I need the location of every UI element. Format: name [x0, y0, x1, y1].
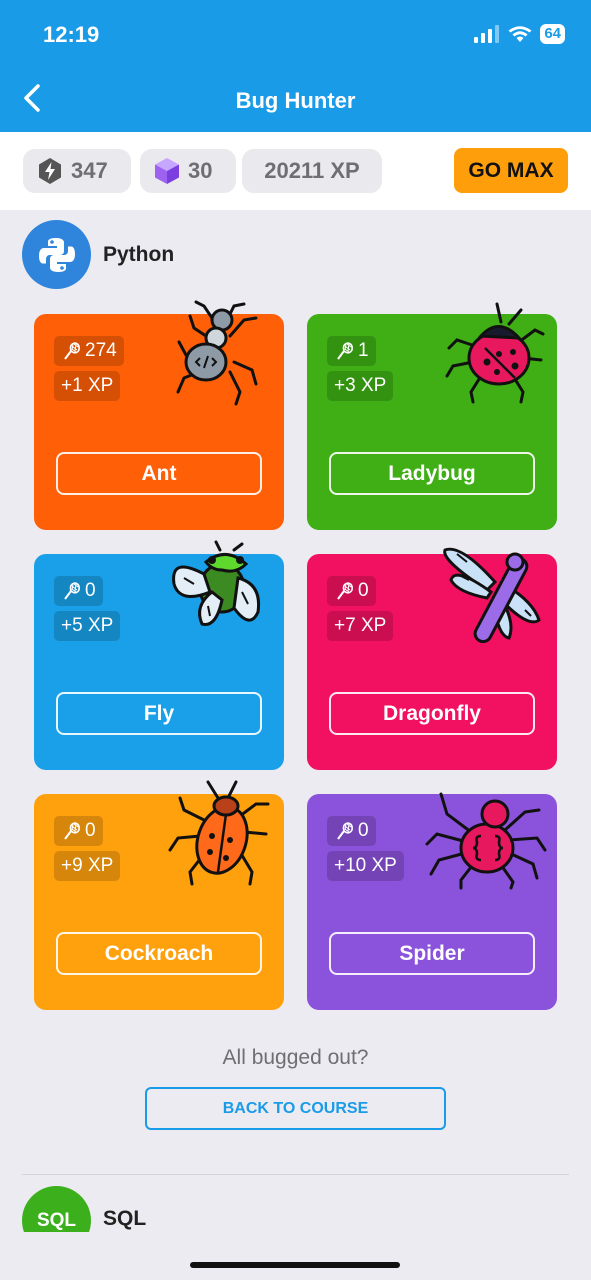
catch-count-badge: 0: [327, 816, 376, 846]
home-indicator-area: [0, 1232, 591, 1280]
bug-card-ladybug[interactable]: 1 +3 XP Ladybug: [307, 302, 557, 530]
home-indicator[interactable]: [190, 1262, 400, 1268]
battery-indicator: 64: [540, 24, 565, 44]
bug-name-button[interactable]: Ant: [56, 452, 262, 495]
net-icon: [337, 342, 353, 360]
bug-name-button[interactable]: Dragonfly: [329, 692, 535, 735]
cockroach-icon: [168, 780, 270, 886]
section-divider: [22, 1174, 569, 1175]
bolts-count: 347: [71, 158, 108, 183]
bug-card-dragonfly[interactable]: 0 +7 XP Dragonfly: [307, 547, 557, 770]
ladybug-icon: [445, 302, 545, 404]
spider-icon: [425, 792, 547, 890]
status-bar: 12:19 64: [0, 0, 591, 70]
catch-count-badge: 0: [327, 576, 376, 606]
bug-name-button[interactable]: Spider: [329, 932, 535, 975]
catch-count-badge: 1: [327, 336, 376, 366]
net-icon: [64, 342, 80, 360]
python-logo-icon: [22, 220, 91, 289]
bug-card-spider[interactable]: 0 +10 XP Spider: [307, 792, 557, 1010]
bug-name-button[interactable]: Cockroach: [56, 932, 262, 975]
catch-count-badge: 0: [54, 816, 103, 846]
bolt-hexagon-icon: [39, 158, 61, 184]
net-icon: [337, 582, 353, 600]
fly-icon: [172, 540, 261, 626]
xp-reward-badge: +3 XP: [327, 371, 394, 401]
xp-reward-badge: +9 XP: [54, 851, 121, 881]
bug-name-button[interactable]: Fly: [56, 692, 262, 735]
gem-cube-icon: [155, 158, 179, 184]
net-icon: [337, 822, 353, 840]
bug-card-ant[interactable]: 274 +1 XP Ant: [34, 300, 284, 530]
xp-reward-badge: +5 XP: [54, 611, 121, 641]
xp-reward-badge: +7 XP: [327, 611, 394, 641]
xp-total: 20211 XP: [264, 158, 360, 183]
back-to-course-button[interactable]: BACK TO COURSE: [145, 1087, 446, 1130]
gems-chip[interactable]: 30: [140, 149, 236, 193]
catch-count-badge: 0: [54, 576, 103, 606]
dragonfly-icon: [443, 547, 541, 644]
catch-count-badge: 274: [54, 336, 124, 366]
net-icon: [64, 822, 80, 840]
section-header-python: Python: [22, 220, 174, 289]
page-title: Bug Hunter: [235, 88, 356, 113]
xp-reward-badge: +1 XP: [54, 371, 121, 401]
section-title: Python: [103, 242, 175, 266]
signal-icon: [474, 25, 500, 43]
section-title: SQL: [103, 1206, 147, 1230]
ant-icon: [176, 300, 258, 406]
gems-count: 30: [188, 158, 213, 183]
bolts-chip[interactable]: 347: [23, 149, 131, 193]
xp-chip: 20211 XP: [242, 149, 382, 193]
go-max-button[interactable]: GO MAX: [454, 148, 568, 193]
net-icon: [64, 582, 80, 600]
wifi-icon: [508, 26, 532, 42]
nav-bar: Bug Hunter: [0, 70, 591, 132]
status-icons: 64: [474, 24, 565, 44]
bug-card-fly[interactable]: 0 +5 XP Fly: [34, 540, 284, 770]
xp-reward-badge: +10 XP: [327, 851, 404, 881]
bug-name-button[interactable]: Ladybug: [329, 452, 535, 495]
all-bugged-out-text: All bugged out?: [222, 1046, 369, 1069]
status-time: 12:19: [43, 22, 100, 47]
bug-card-cockroach[interactable]: 0 +9 XP Cockroach: [34, 780, 284, 1010]
